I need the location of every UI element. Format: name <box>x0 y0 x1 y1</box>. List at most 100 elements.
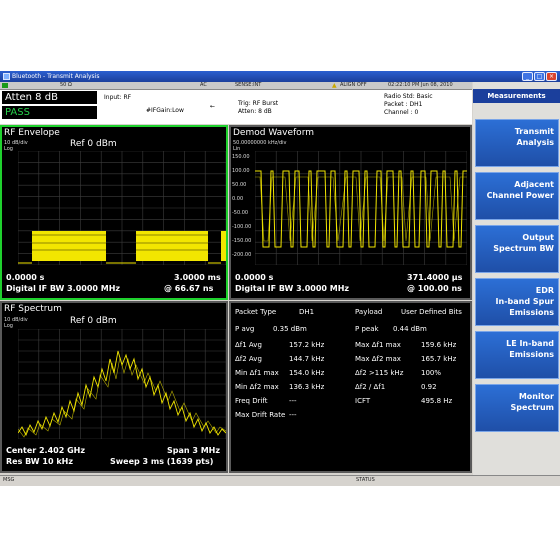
metric-label: Max Δf2 max <box>355 355 401 363</box>
rf-spectrum-rbw: Res BW 10 kHz <box>6 457 73 466</box>
rf-envelope-panel[interactable]: RF Envelope 10 dB/div Log Ref 0 dBm 0.00… <box>0 125 228 300</box>
payload-label: Payload <box>355 308 383 316</box>
menu-button-label: Spectrum BW <box>493 244 554 253</box>
rf-spectrum-ref: Ref 0 dBm <box>70 316 117 326</box>
metric-label: Δf2 >115 kHz <box>355 369 404 377</box>
rf-spectrum-log: Log <box>4 323 13 329</box>
demod-plot <box>255 151 467 265</box>
metric-value: 159.6 kHz <box>421 341 457 349</box>
atten-readout[interactable]: Atten 8 dB <box>2 91 97 104</box>
trigger-label: Trig: RF Burst <box>238 100 279 107</box>
metric-label: Max Drift Rate <box>235 411 286 419</box>
rf-envelope-trace <box>32 231 226 261</box>
metric-label: Min Δf1 max <box>235 369 279 377</box>
menu-button-label: Spectrum <box>510 403 554 412</box>
metric-label: Δf2 Avg <box>235 355 262 363</box>
maximize-button[interactable]: □ <box>534 72 545 81</box>
metric-value: --- <box>289 411 297 419</box>
demod-start: 0.0000 s <box>235 273 274 282</box>
ppeak-value: 0.44 dBm <box>393 325 427 333</box>
app-icon <box>3 73 10 80</box>
rf-envelope-log: Log <box>4 146 13 152</box>
menu-button-label: Output <box>522 233 554 242</box>
results-panel[interactable]: Packet Type DH1 Payload User Defined Bit… <box>229 301 472 473</box>
rf-spectrum-sweep: Sweep 3 ms (1639 pts) <box>110 457 214 466</box>
metric-value: 154.0 kHz <box>289 369 325 377</box>
rf-envelope-ref: Ref 0 dBm <box>70 139 117 149</box>
rf-spectrum-center: Center 2.402 GHz <box>6 446 85 455</box>
metric-value: 144.7 kHz <box>289 355 325 363</box>
metric-value: 0.92 <box>421 383 437 391</box>
rl-indicator-icon <box>2 83 8 88</box>
menu-button-label: Monitor <box>518 392 554 401</box>
rf-envelope-rate: @ 66.67 ns <box>164 284 214 293</box>
status-bar: 50 Ω AC SENSE:INT ▲ ALIGN OFF 02:22:10 P… <box>0 82 472 90</box>
menu-button[interactable]: Adjacent Channel Power <box>475 172 559 220</box>
metric-label: Max Δf1 max <box>355 341 401 349</box>
ppeak-label: P peak <box>355 325 379 333</box>
demod-y-tick: -200.00 <box>232 252 252 258</box>
channel-label: Channel : 0 <box>384 109 419 116</box>
rf-envelope-plot <box>18 151 226 265</box>
menu-button[interactable]: Output Spectrum BW <box>475 225 559 273</box>
datetime-label: 02:22:10 PM Jun 08, 2010 <box>388 82 453 88</box>
demod-y-tick: 100.00 <box>232 168 250 174</box>
menu-button-label: Channel Power <box>486 191 554 200</box>
metric-value: --- <box>289 397 297 405</box>
metric-label: Freq Drift <box>235 397 268 405</box>
demod-y-tick: 150.00 <box>232 154 250 160</box>
demod-y-tick: -100.00 <box>232 224 252 230</box>
menu-button[interactable]: Transmit Analysis <box>475 119 559 167</box>
coupling-label: AC <box>200 82 207 88</box>
menu-button-label: LE In-band <box>506 339 554 348</box>
demod-rate: @ 100.00 ns <box>407 284 462 293</box>
demod-scale: 50.00000000 kHz/div <box>233 140 287 146</box>
atten-label: Atten: 8 dB <box>238 108 272 115</box>
msg-label: MSG <box>3 477 15 483</box>
metric-value: 136.3 kHz <box>289 383 325 391</box>
demod-waveform-panel[interactable]: Demod Waveform 50.00000000 kHz/div Lin 1… <box>229 125 472 300</box>
pavg-label: P avg <box>235 325 255 333</box>
pass-indicator: PASS <box>2 106 97 119</box>
radio-std-label: Radio Std: Basic <box>384 93 433 100</box>
bottom-status-bar: MSG STATUS <box>0 475 560 486</box>
demod-y-tick: -50.00 <box>232 210 249 216</box>
rf-envelope-stop: 3.0000 ms <box>174 273 221 282</box>
rf-spectrum-panel[interactable]: RF Spectrum 10 dB/div Log Ref 0 dBm Cent… <box>0 301 228 473</box>
metric-label: Min Δf2 max <box>235 383 279 391</box>
menu-button-label: Adjacent <box>514 180 554 189</box>
align-label: ALIGN OFF <box>340 82 367 88</box>
metric-value: 100% <box>421 369 442 377</box>
metric-label: ICFT <box>355 397 371 405</box>
minimize-button[interactable]: _ <box>522 72 533 81</box>
rf-spectrum-span: Span 3 MHz <box>167 446 221 455</box>
metric-value: 157.2 kHz <box>289 341 325 349</box>
menu-button[interactable]: EDR In-band Spur Emissions <box>475 278 559 326</box>
menu-button-label: Emissions <box>509 308 554 317</box>
menu-button[interactable]: Monitor Spectrum <box>475 384 559 432</box>
packet-type-value: DH1 <box>299 308 315 316</box>
menu-button-label: In-band Spur <box>495 297 554 306</box>
menu-button-label: Transmit <box>514 127 554 136</box>
rf-envelope-start: 0.0000 s <box>6 273 45 282</box>
menu-button[interactable]: LE In-band Emissions <box>475 331 559 379</box>
ifgain-label: #IFGain:Low <box>146 107 184 114</box>
menu-button-label: Emissions <box>509 350 554 359</box>
packet-label: Packet : DH1 <box>384 101 423 108</box>
menu-button-label: EDR <box>535 286 554 295</box>
metric-label: Δf1 Avg <box>235 341 262 349</box>
rf-envelope-bw: Digital IF BW 3.0000 MHz <box>6 284 121 293</box>
metric-value: 165.7 kHz <box>421 355 457 363</box>
metric-value: 495.8 Hz <box>421 397 453 405</box>
demod-title: Demod Waveform <box>233 128 314 138</box>
demod-y-tick: 50.00 <box>232 182 247 188</box>
demod-y-tick: -150.00 <box>232 238 252 244</box>
packet-type-label: Packet Type <box>235 308 277 316</box>
rf-spectrum-title: RF Spectrum <box>4 304 62 314</box>
rf-envelope-title: RF Envelope <box>4 128 60 138</box>
measurements-menu: Measurements Transmit Analysis Adjacent Cha… <box>473 82 560 486</box>
close-button[interactable]: × <box>546 72 557 81</box>
payload-value: User Defined Bits <box>401 308 462 316</box>
analyzer-window: Bluetooth - Transmit Analysis _ □ × 50 Ω… <box>0 71 560 486</box>
impedance-label: 50 Ω <box>60 82 72 88</box>
